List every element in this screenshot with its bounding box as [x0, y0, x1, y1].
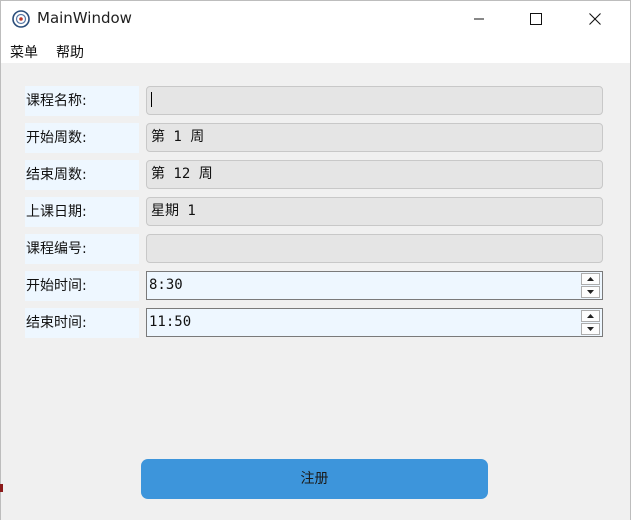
arrow-up-icon [587, 314, 594, 318]
start-week-select[interactable]: 第 1 周 [146, 123, 603, 152]
end-week-label: 结束周数: [25, 160, 139, 190]
start-time-up-button[interactable] [581, 273, 600, 285]
start-time-spinner [581, 273, 601, 298]
end-time-up-button[interactable] [581, 310, 600, 322]
minimize-icon [474, 18, 484, 20]
menu-item-menu[interactable]: 菜单 [10, 42, 38, 62]
end-time-spinner [581, 310, 601, 335]
maximize-icon [530, 13, 542, 25]
close-icon [589, 13, 601, 25]
background-strip [0, 520, 631, 524]
qt-app-icon [12, 10, 30, 28]
end-time-edit[interactable]: 11:50 [146, 308, 603, 337]
start-time-value: 8:30 [149, 277, 183, 293]
end-time-value: 11:50 [149, 314, 192, 330]
start-time-edit[interactable]: 8:30 [146, 271, 603, 300]
main-window: MainWindow 菜单 帮助 课程名称: 开始周数: 第 1 周 结束周数:… [0, 0, 631, 522]
course-id-input[interactable] [146, 234, 603, 263]
class-day-select[interactable]: 星期 1 [146, 197, 603, 226]
start-time-label: 开始时间: [25, 271, 139, 301]
end-time-down-button[interactable] [581, 323, 600, 335]
text-cursor [151, 91, 152, 107]
start-time-down-button[interactable] [581, 286, 600, 298]
close-button[interactable] [572, 1, 618, 37]
menu-bar: 菜单 帮助 [1, 37, 630, 63]
end-time-label: 结束时间: [25, 308, 139, 338]
course-name-label: 课程名称: [25, 86, 139, 116]
arrow-down-icon [587, 327, 594, 331]
title-bar[interactable]: MainWindow [1, 1, 630, 37]
arrow-up-icon [587, 277, 594, 281]
end-week-select[interactable]: 第 12 周 [146, 160, 603, 189]
arrow-down-icon [587, 290, 594, 294]
minimize-button[interactable] [456, 1, 502, 37]
register-button[interactable]: 注册 [141, 459, 488, 499]
maximize-button[interactable] [513, 1, 559, 37]
course-id-label: 课程编号: [25, 234, 139, 264]
class-day-label: 上课日期: [25, 197, 139, 227]
start-week-label: 开始周数: [25, 123, 139, 153]
window-title: MainWindow [37, 9, 132, 27]
course-name-input[interactable] [146, 86, 603, 115]
menu-item-help[interactable]: 帮助 [56, 42, 84, 62]
background-artifact [0, 484, 3, 492]
